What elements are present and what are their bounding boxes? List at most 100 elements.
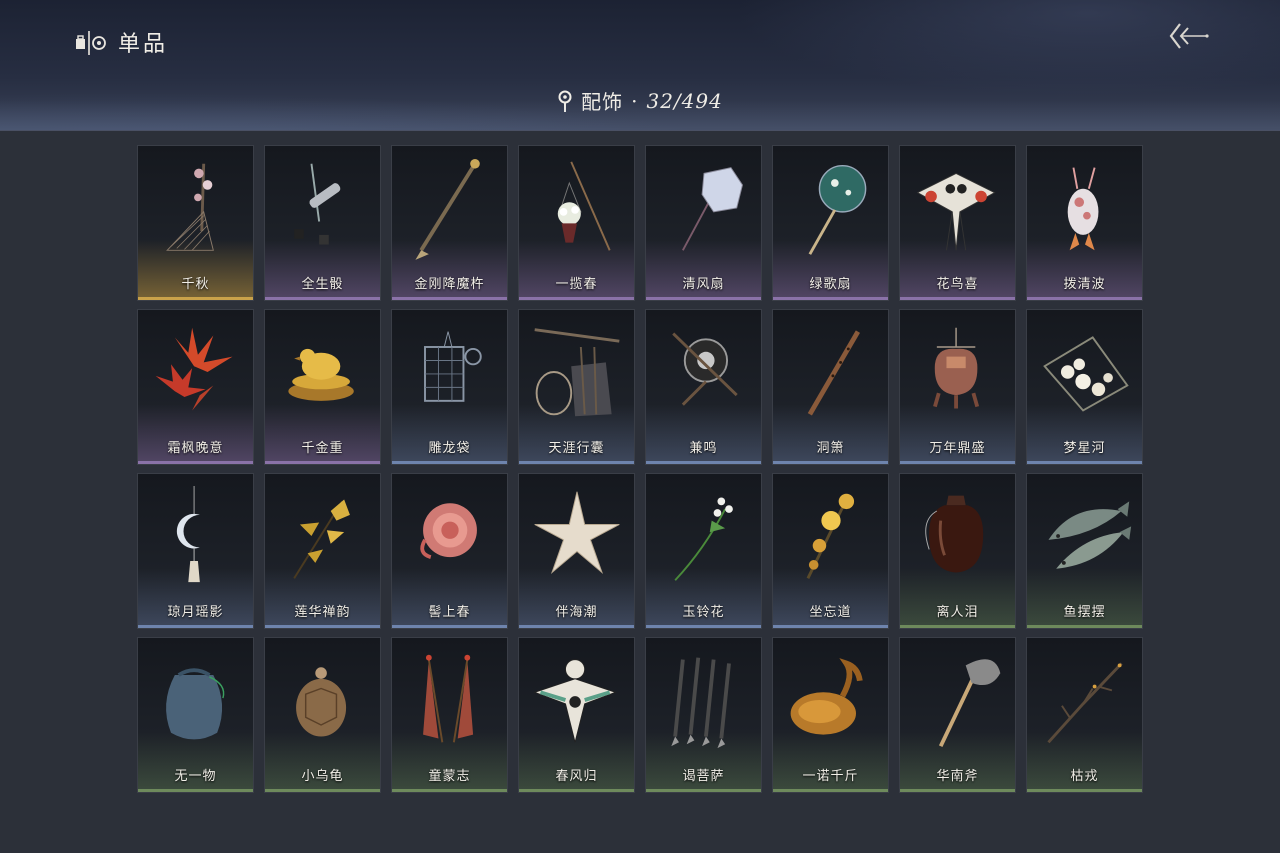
rarity-bar [900,297,1015,300]
item-name: 千金重 [301,441,344,456]
item-name: 鱼摆摆 [1063,605,1106,620]
rarity-bar [265,625,380,628]
wine-jar-icon [925,495,984,573]
item-card[interactable]: 一揽春 [518,145,635,301]
item-name: 华南斧 [936,769,979,784]
rarity-bar [1027,625,1142,628]
page-title: 单品 [118,32,169,57]
gold-flower-branch-icon [806,493,855,579]
item-card[interactable]: 伴海潮 [518,473,635,629]
item-card[interactable]: 雕龙袋 [391,309,508,465]
item-name: 小乌龟 [301,769,344,784]
plum-branch-harp-icon [166,163,214,251]
item-card[interactable]: 玉铃花 [645,473,762,629]
item-name: 无一物 [174,769,217,784]
item-card[interactable]: 金刚降魔杵 [391,145,508,301]
gong-staff-icon [672,332,738,406]
item-name: 霜枫晚意 [167,441,224,456]
item-card[interactable]: 花鸟喜 [899,145,1016,301]
travel-pack-icon [534,328,620,417]
tripod-cauldron-icon [933,327,980,409]
green-fan-icon [808,164,867,255]
rarity-bar [265,789,380,792]
page-header: 单品 配饰 · 32/494 [0,0,1280,131]
item-card[interactable]: 千秋 [137,145,254,301]
item-card[interactable]: 华南斧 [899,637,1016,793]
item-name: 雕龙袋 [428,441,471,456]
item-card[interactable]: 无一物 [137,637,254,793]
rarity-bar [392,789,507,792]
turtle-icon [296,667,347,737]
goose-toy-icon [1067,167,1099,251]
item-card[interactable]: 万年鼎盛 [899,309,1016,465]
item-card[interactable]: 谒菩萨 [645,637,762,793]
item-card[interactable]: 千金重 [264,309,381,465]
item-name: 天涯行囊 [548,441,605,456]
rarity-bar [646,625,761,628]
item-card[interactable]: 全生骰 [264,145,381,301]
rarity-bar [1027,297,1142,300]
item-card[interactable]: 鱼摆摆 [1026,473,1143,629]
item-name: 万年鼎盛 [929,441,986,456]
item-card[interactable]: 小乌龟 [264,637,381,793]
rarity-bar [265,297,380,300]
item-card[interactable]: 离人泪 [899,473,1016,629]
golden-bird-icon [288,348,354,401]
rarity-bar [773,461,888,464]
item-card[interactable]: 绿歌扇 [772,145,889,301]
flute-icon [807,330,861,416]
roast-chicken-icon [790,658,863,735]
axe-icon [938,659,1001,747]
rarity-bar [392,625,507,628]
item-card[interactable]: 莲华禅韵 [264,473,381,629]
item-card[interactable]: 清风扇 [645,145,762,301]
item-name: 绿歌扇 [809,277,852,292]
item-card[interactable]: 枯戎 [1026,637,1143,793]
fish-pair-icon [1048,501,1132,569]
rarity-bar [1027,789,1142,792]
item-card[interactable]: 天涯行囊 [518,309,635,465]
item-name: 枯戎 [1070,769,1099,784]
collection-icon [76,31,106,55]
map-pin-icon [558,90,572,112]
item-card[interactable]: 霜枫晚意 [137,309,254,465]
item-card[interactable]: 春风归 [518,637,635,793]
item-count: 32/494 [646,88,723,113]
maple-leaves-icon [155,327,233,411]
category-label: 配饰 [581,90,624,114]
item-name: 玉铃花 [682,605,725,620]
item-name: 花鸟喜 [936,277,979,292]
rarity-bar [773,789,888,792]
rarity-bar [138,625,253,628]
darts-bundle-icon [671,657,731,749]
round-fan-icon [681,167,743,251]
rarity-bar [138,461,253,464]
item-name: 伴海潮 [555,605,598,620]
item-card[interactable]: 童蒙志 [391,637,508,793]
dice-staff-icon [294,163,341,245]
rarity-bar [900,789,1015,792]
rarity-bar [392,297,507,300]
lily-of-valley-icon [674,497,733,581]
item-card[interactable]: 兼鸣 [645,309,762,465]
vajra-spear-icon [415,158,480,260]
feather-flags-icon [423,654,474,743]
item-name: 髻上春 [428,605,471,620]
item-card[interactable]: 拨清波 [1026,145,1143,301]
item-card[interactable]: 髻上春 [391,473,508,629]
item-card[interactable]: 梦星河 [1026,309,1143,465]
item-name: 梦星河 [1063,441,1106,456]
crescent-pendant-icon [176,486,200,583]
owl-kite-icon [916,172,996,251]
item-name: 洞箫 [816,441,845,456]
item-name: 全生骰 [301,277,344,292]
item-name: 一诺千斤 [802,769,859,784]
item-card[interactable]: 琼月瑶影 [137,473,254,629]
rarity-bar [519,297,634,300]
item-card[interactable]: 一诺千斤 [772,637,889,793]
item-card[interactable]: 洞箫 [772,309,889,465]
item-card[interactable]: 坐忘道 [772,473,889,629]
double-chevron-left-icon[interactable] [1166,20,1210,52]
item-name: 兼鸣 [689,441,718,456]
dry-branch-icon [1047,662,1123,744]
